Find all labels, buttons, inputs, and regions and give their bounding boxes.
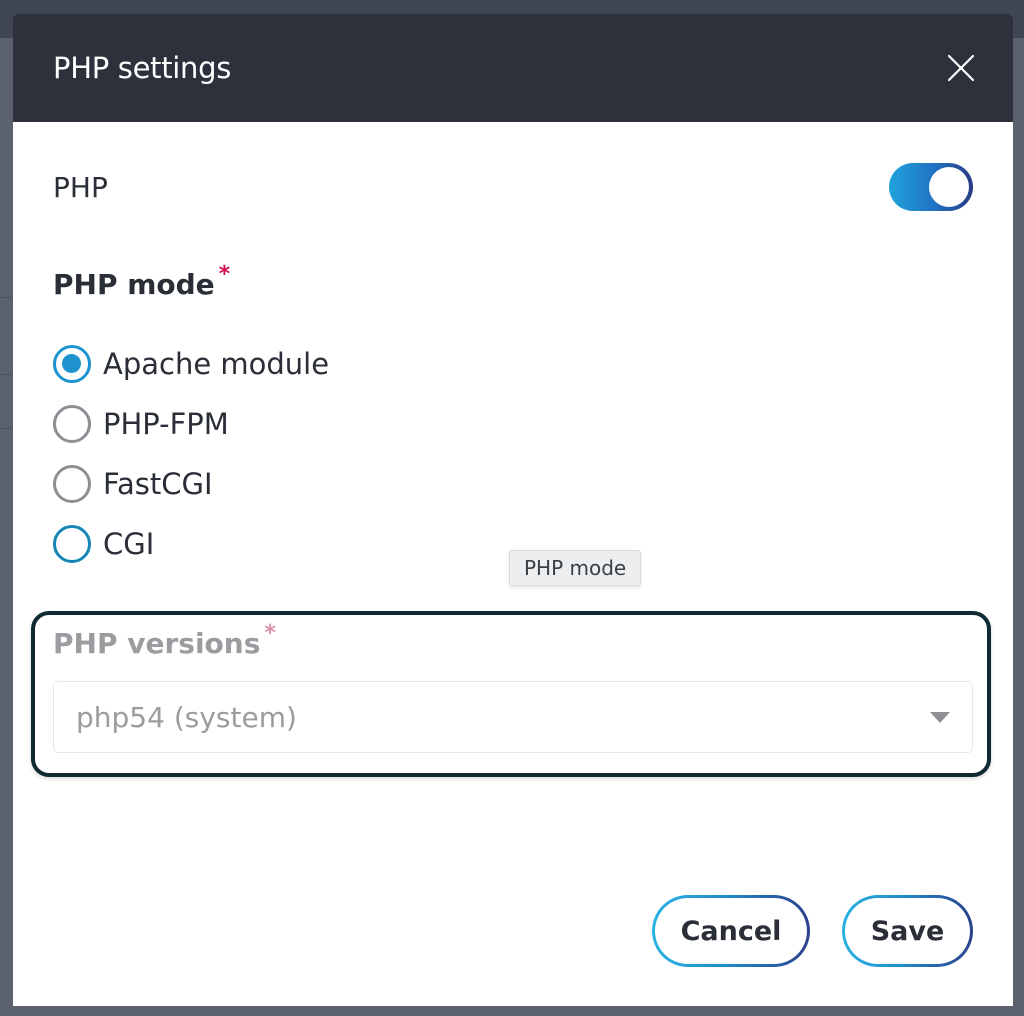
php-mode-heading: PHP mode * xyxy=(53,262,230,301)
cancel-button[interactable]: Cancel xyxy=(652,895,810,967)
backdrop-divider xyxy=(0,374,14,375)
radio-option-php-fpm[interactable]: PHP-FPM xyxy=(53,394,329,454)
radio-button[interactable] xyxy=(53,525,91,563)
php-versions-field: PHP versions * php54 (system) xyxy=(31,611,991,777)
php-versions-title: PHP versions xyxy=(53,627,261,660)
toggle-knob xyxy=(929,167,969,207)
save-button[interactable]: Save xyxy=(842,895,973,967)
required-asterisk: * xyxy=(218,262,231,287)
close-button[interactable] xyxy=(947,54,975,82)
save-button-label: Save xyxy=(845,898,970,964)
php-toggle-label: PHP xyxy=(53,170,108,204)
caret-down-icon xyxy=(930,712,950,723)
php-enable-toggle[interactable] xyxy=(889,163,973,211)
php-mode-title: PHP mode xyxy=(53,268,215,301)
close-x-icon xyxy=(947,54,975,82)
radio-button[interactable] xyxy=(53,405,91,443)
backdrop-divider xyxy=(0,297,14,298)
cancel-button-label: Cancel xyxy=(655,898,807,964)
select-value: php54 (system) xyxy=(76,700,297,734)
radio-option-cgi[interactable]: CGI xyxy=(53,514,329,574)
radio-label: Apache module xyxy=(103,347,330,381)
radio-button[interactable] xyxy=(53,465,91,503)
php-mode-radio-group: Apache module PHP-FPM FastCGI CGI xyxy=(53,334,329,574)
dialog-title: PHP settings xyxy=(53,51,232,85)
php-enable-row: PHP xyxy=(53,162,973,212)
radio-label: PHP-FPM xyxy=(103,407,229,441)
radio-option-apache-module[interactable]: Apache module xyxy=(53,334,329,394)
radio-button[interactable] xyxy=(53,345,91,383)
radio-option-fastcgi[interactable]: FastCGI xyxy=(53,454,329,514)
required-asterisk: * xyxy=(264,621,276,646)
php-version-select[interactable]: php54 (system) xyxy=(53,681,973,753)
radio-label: CGI xyxy=(103,527,155,561)
php-mode-tooltip: PHP mode xyxy=(509,550,642,586)
dialog-header: PHP settings xyxy=(13,14,1013,122)
backdrop-divider xyxy=(0,428,14,429)
php-settings-dialog: PHP settings PHP PHP mode * Apache module… xyxy=(13,14,1013,1006)
php-versions-heading: PHP versions * xyxy=(53,621,276,660)
radio-label: FastCGI xyxy=(103,467,213,501)
